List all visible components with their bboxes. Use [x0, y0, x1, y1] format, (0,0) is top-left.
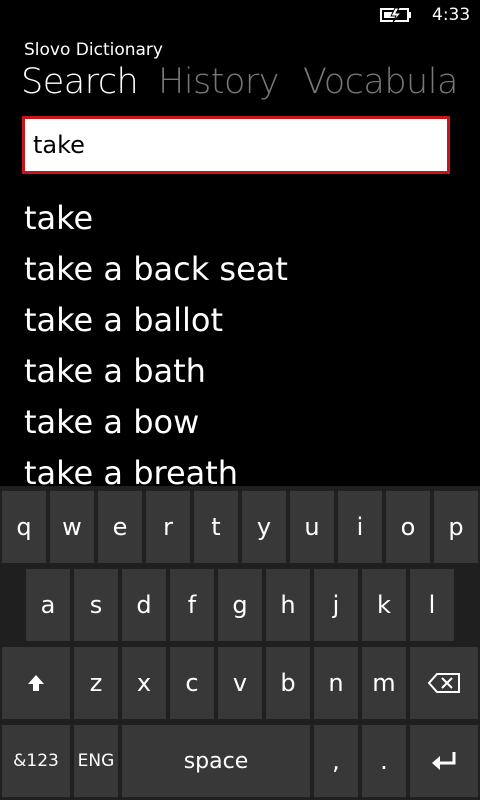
list-item[interactable]: take a ballot [24, 296, 464, 347]
key-f[interactable]: f [170, 569, 214, 641]
search-box [22, 116, 450, 174]
tab-search[interactable]: Search [21, 62, 139, 102]
key-d[interactable]: d [122, 569, 166, 641]
battery-charging-icon [380, 7, 414, 23]
comma-key[interactable]: , [314, 725, 358, 797]
key-y[interactable]: y [242, 491, 286, 563]
numbers-key[interactable]: &123 [2, 725, 70, 797]
list-item[interactable]: take a bath [24, 347, 464, 398]
key-k[interactable]: k [362, 569, 406, 641]
key-t[interactable]: t [194, 491, 238, 563]
key-l[interactable]: l [410, 569, 454, 641]
enter-key[interactable] [410, 725, 478, 797]
tab-vocabulary[interactable]: Vocabula [303, 62, 458, 102]
key-u[interactable]: u [290, 491, 334, 563]
key-i[interactable]: i [338, 491, 382, 563]
clock: 4:33 [432, 5, 471, 25]
space-key[interactable]: space [122, 725, 310, 797]
key-p[interactable]: p [434, 491, 478, 563]
list-item[interactable]: take a back seat [24, 245, 464, 296]
key-r[interactable]: r [146, 491, 190, 563]
key-b[interactable]: b [266, 647, 310, 719]
key-j[interactable]: j [314, 569, 358, 641]
period-key[interactable]: . [362, 725, 406, 797]
key-m[interactable]: m [362, 647, 406, 719]
key-w[interactable]: w [50, 491, 94, 563]
key-e[interactable]: e [98, 491, 142, 563]
search-input[interactable] [25, 119, 447, 171]
on-screen-keyboard: q w e r t y u i o p a s d f g h j k l z … [0, 486, 480, 800]
key-q[interactable]: q [2, 491, 46, 563]
language-key[interactable]: ENG [74, 725, 118, 797]
pivot-header: Search History Vocabula [0, 62, 480, 106]
key-h[interactable]: h [266, 569, 310, 641]
key-s[interactable]: s [74, 569, 118, 641]
key-n[interactable]: n [314, 647, 358, 719]
list-item[interactable]: take [24, 194, 464, 245]
key-o[interactable]: o [386, 491, 430, 563]
backspace-icon [427, 672, 461, 694]
list-item[interactable]: take a breath [24, 449, 464, 486]
tab-history[interactable]: History [158, 62, 280, 102]
key-c[interactable]: c [170, 647, 214, 719]
shift-key[interactable] [2, 647, 70, 719]
key-g[interactable]: g [218, 569, 262, 641]
list-item[interactable]: take a bow [24, 398, 464, 449]
status-bar: 4:33 [0, 0, 480, 32]
shift-arrow-icon [25, 672, 47, 694]
enter-arrow-icon [430, 750, 458, 772]
results-list: take take a back seat take a ballot take… [24, 194, 464, 486]
app-title: Slovo Dictionary [24, 40, 163, 60]
key-v[interactable]: v [218, 647, 262, 719]
key-x[interactable]: x [122, 647, 166, 719]
key-a[interactable]: a [26, 569, 70, 641]
key-z[interactable]: z [74, 647, 118, 719]
backspace-key[interactable] [410, 647, 478, 719]
